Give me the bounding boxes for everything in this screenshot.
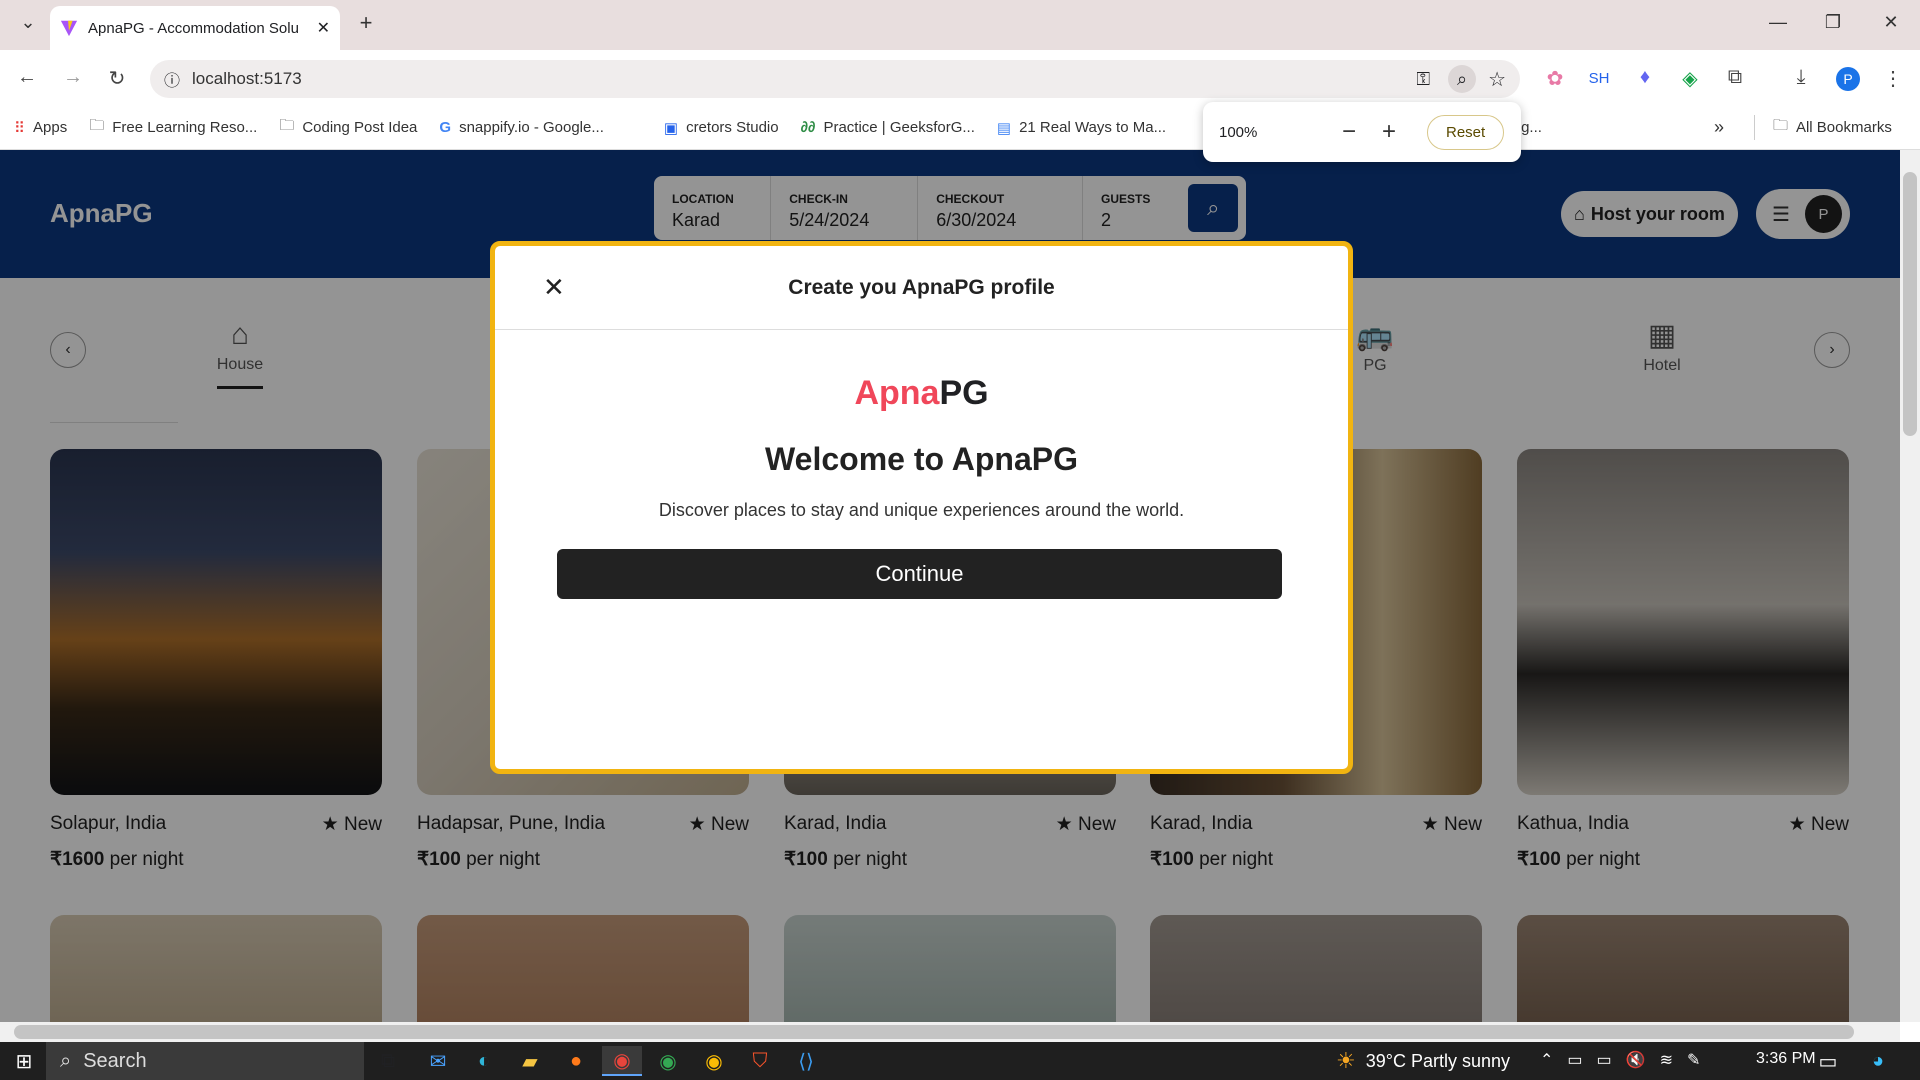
clapper-icon: ▣ bbox=[663, 119, 679, 137]
bookmark-cretors-studio[interactable]: ▣ cretors Studio bbox=[664, 119, 779, 137]
chrome-profile-icon[interactable]: ◉ bbox=[648, 1046, 688, 1076]
extension-lotus-icon[interactable]: ✿ bbox=[1540, 66, 1570, 91]
chrome-icon[interactable]: ◉ bbox=[602, 1046, 642, 1076]
window-close-icon[interactable]: ✕ bbox=[1871, 12, 1911, 33]
password-key-icon[interactable]: ⚿ bbox=[1416, 69, 1430, 90]
close-icon[interactable]: ✕ bbox=[543, 272, 565, 303]
tab-close-icon[interactable]: ✕ bbox=[317, 18, 330, 38]
system-tray[interactable]: ⌃ ▭ ▭ 🔇 ≋ ✎ bbox=[1540, 1050, 1700, 1070]
bookmark-coding-post[interactable]: 🗀 Coding Post Idea bbox=[279, 115, 417, 140]
zoom-level: 100% bbox=[1219, 123, 1258, 141]
minimize-icon[interactable]: — bbox=[1758, 12, 1798, 33]
zoom-icon[interactable]: ⌕ bbox=[1448, 65, 1477, 93]
horizontal-scroll-thumb[interactable] bbox=[14, 1025, 1854, 1039]
browser-tab-strip: ⌄ ApnaPG - Accommodation Solu ✕ + — ❐ ✕ bbox=[0, 0, 1920, 50]
extensions-puzzle-icon[interactable]: ⧉ bbox=[1720, 66, 1750, 89]
modal-logo: ApnaPG bbox=[854, 374, 989, 412]
welcome-description: Discover places to stay and unique exper… bbox=[658, 500, 1185, 520]
restore-icon[interactable]: ❐ bbox=[1813, 12, 1853, 33]
google-icon: G bbox=[439, 119, 452, 136]
bookmarks-bar: ⠿ Apps 🗀 Free Learning Reso... 🗀 Coding Pos… bbox=[0, 106, 1920, 150]
zoom-out-button[interactable]: − bbox=[1329, 118, 1369, 146]
modal-title: Create you ApnaPG profile bbox=[788, 275, 1055, 299]
folder-icon: 🗀 bbox=[89, 117, 105, 134]
notifications-icon[interactable]: ▭ bbox=[1808, 1046, 1848, 1076]
brave-icon[interactable]: ⛉ bbox=[740, 1046, 780, 1076]
browser-tab[interactable]: ApnaPG - Accommodation Solu ✕ bbox=[50, 6, 340, 50]
vertical-scroll-thumb[interactable] bbox=[1903, 172, 1917, 436]
battery-icon: ▭ bbox=[1596, 1052, 1612, 1069]
partly-sunny-icon: ☀ bbox=[1336, 1048, 1356, 1073]
clock[interactable]: 3:36 PM bbox=[1756, 1050, 1816, 1068]
bookmark-snappify[interactable]: Gsnappify.io - Google... bbox=[439, 119, 603, 136]
new-tab-icon[interactable]: + bbox=[346, 10, 386, 36]
extension-flame-icon[interactable]: ♦ bbox=[1630, 66, 1660, 89]
device-icon: ▭ bbox=[1567, 1052, 1583, 1069]
wifi-icon: ≋ bbox=[1659, 1052, 1673, 1069]
bookmark-star-icon[interactable]: ☆ bbox=[1488, 67, 1506, 92]
pen-icon: ✎ bbox=[1686, 1052, 1701, 1069]
firefox-icon[interactable]: ● bbox=[556, 1046, 596, 1076]
welcome-heading: Welcome to ApnaPG bbox=[765, 441, 1078, 477]
bookmarks-overflow-icon[interactable]: » bbox=[1714, 117, 1724, 138]
bookmark-21-real-ways[interactable]: ▤ 21 Real Ways to Ma... bbox=[997, 119, 1166, 137]
forward-icon[interactable]: → bbox=[58, 66, 88, 89]
all-bookmarks[interactable]: 🗀 All Bookmarks bbox=[1753, 115, 1892, 140]
continue-button[interactable]: Continue bbox=[557, 549, 1282, 599]
bookmark-apps[interactable]: ⠿ Apps bbox=[14, 119, 67, 137]
zoom-in-button[interactable]: + bbox=[1369, 118, 1409, 146]
extension-color-icon[interactable]: ◈ bbox=[1675, 66, 1705, 91]
volume-icon: 🔇 bbox=[1625, 1052, 1646, 1069]
vite-favicon-icon bbox=[60, 20, 78, 37]
reload-icon[interactable]: ↻ bbox=[102, 66, 132, 91]
gfg-icon: ∂∂ bbox=[800, 119, 816, 136]
task-view-icon[interactable]: ⧉ bbox=[368, 1046, 408, 1076]
mail-icon[interactable]: ✉ bbox=[418, 1046, 458, 1076]
downloads-icon[interactable]: ⤓ bbox=[1786, 66, 1816, 89]
address-bar[interactable]: ⓘ localhost:5173 ⚿ ⌕ ☆ bbox=[150, 60, 1520, 98]
back-icon[interactable]: ← bbox=[12, 66, 42, 89]
profile-avatar[interactable]: P bbox=[1836, 67, 1860, 91]
bookmark-free-learning[interactable]: 🗀 Free Learning Reso... bbox=[89, 115, 257, 140]
site-info-icon[interactable]: ⓘ bbox=[164, 67, 180, 91]
chevron-up-icon: ⌃ bbox=[1540, 1052, 1554, 1069]
folder-icon: 🗀 bbox=[279, 117, 295, 134]
windows-start-icon[interactable]: ⊞ bbox=[4, 1046, 44, 1076]
file-explorer-icon[interactable]: ▰ bbox=[510, 1046, 550, 1076]
modal-header: ✕ Create you ApnaPG profile bbox=[495, 246, 1348, 330]
copilot-icon[interactable]: ◕ bbox=[1858, 1046, 1898, 1076]
weather-widget[interactable]: ☀ 39°C Partly sunny bbox=[1336, 1048, 1510, 1074]
apps-grid-icon: ⠿ bbox=[14, 119, 25, 137]
tab-title: ApnaPG - Accommodation Solu bbox=[88, 19, 299, 37]
profile-modal: ✕ Create you ApnaPG profile ApnaPG Welco… bbox=[490, 241, 1353, 774]
chrome-alt-icon[interactable]: ◉ bbox=[694, 1046, 734, 1076]
vscode-icon[interactable]: ⟨⟩ bbox=[786, 1046, 826, 1076]
browser-menu-icon[interactable]: ⋮ bbox=[1878, 66, 1908, 91]
zoom-reset-button[interactable]: Reset bbox=[1427, 114, 1505, 150]
zoom-popup: 100% − + Reset bbox=[1203, 102, 1521, 162]
tab-search-icon[interactable]: ⌄ bbox=[8, 12, 48, 33]
folder-icon: 🗀 bbox=[1772, 117, 1788, 134]
edge-icon[interactable]: ◐ bbox=[464, 1046, 504, 1076]
bookmark-geeksforgeeks[interactable]: ∂∂ Practice | GeeksforG... bbox=[801, 119, 975, 136]
url-text: localhost:5173 bbox=[192, 69, 302, 88]
extension-sh-icon[interactable]: SH bbox=[1584, 70, 1614, 87]
search-icon: ⌕ bbox=[60, 1049, 72, 1072]
doc-icon: ▤ bbox=[996, 119, 1012, 137]
taskbar-search[interactable]: ⌕ Search bbox=[46, 1042, 364, 1080]
